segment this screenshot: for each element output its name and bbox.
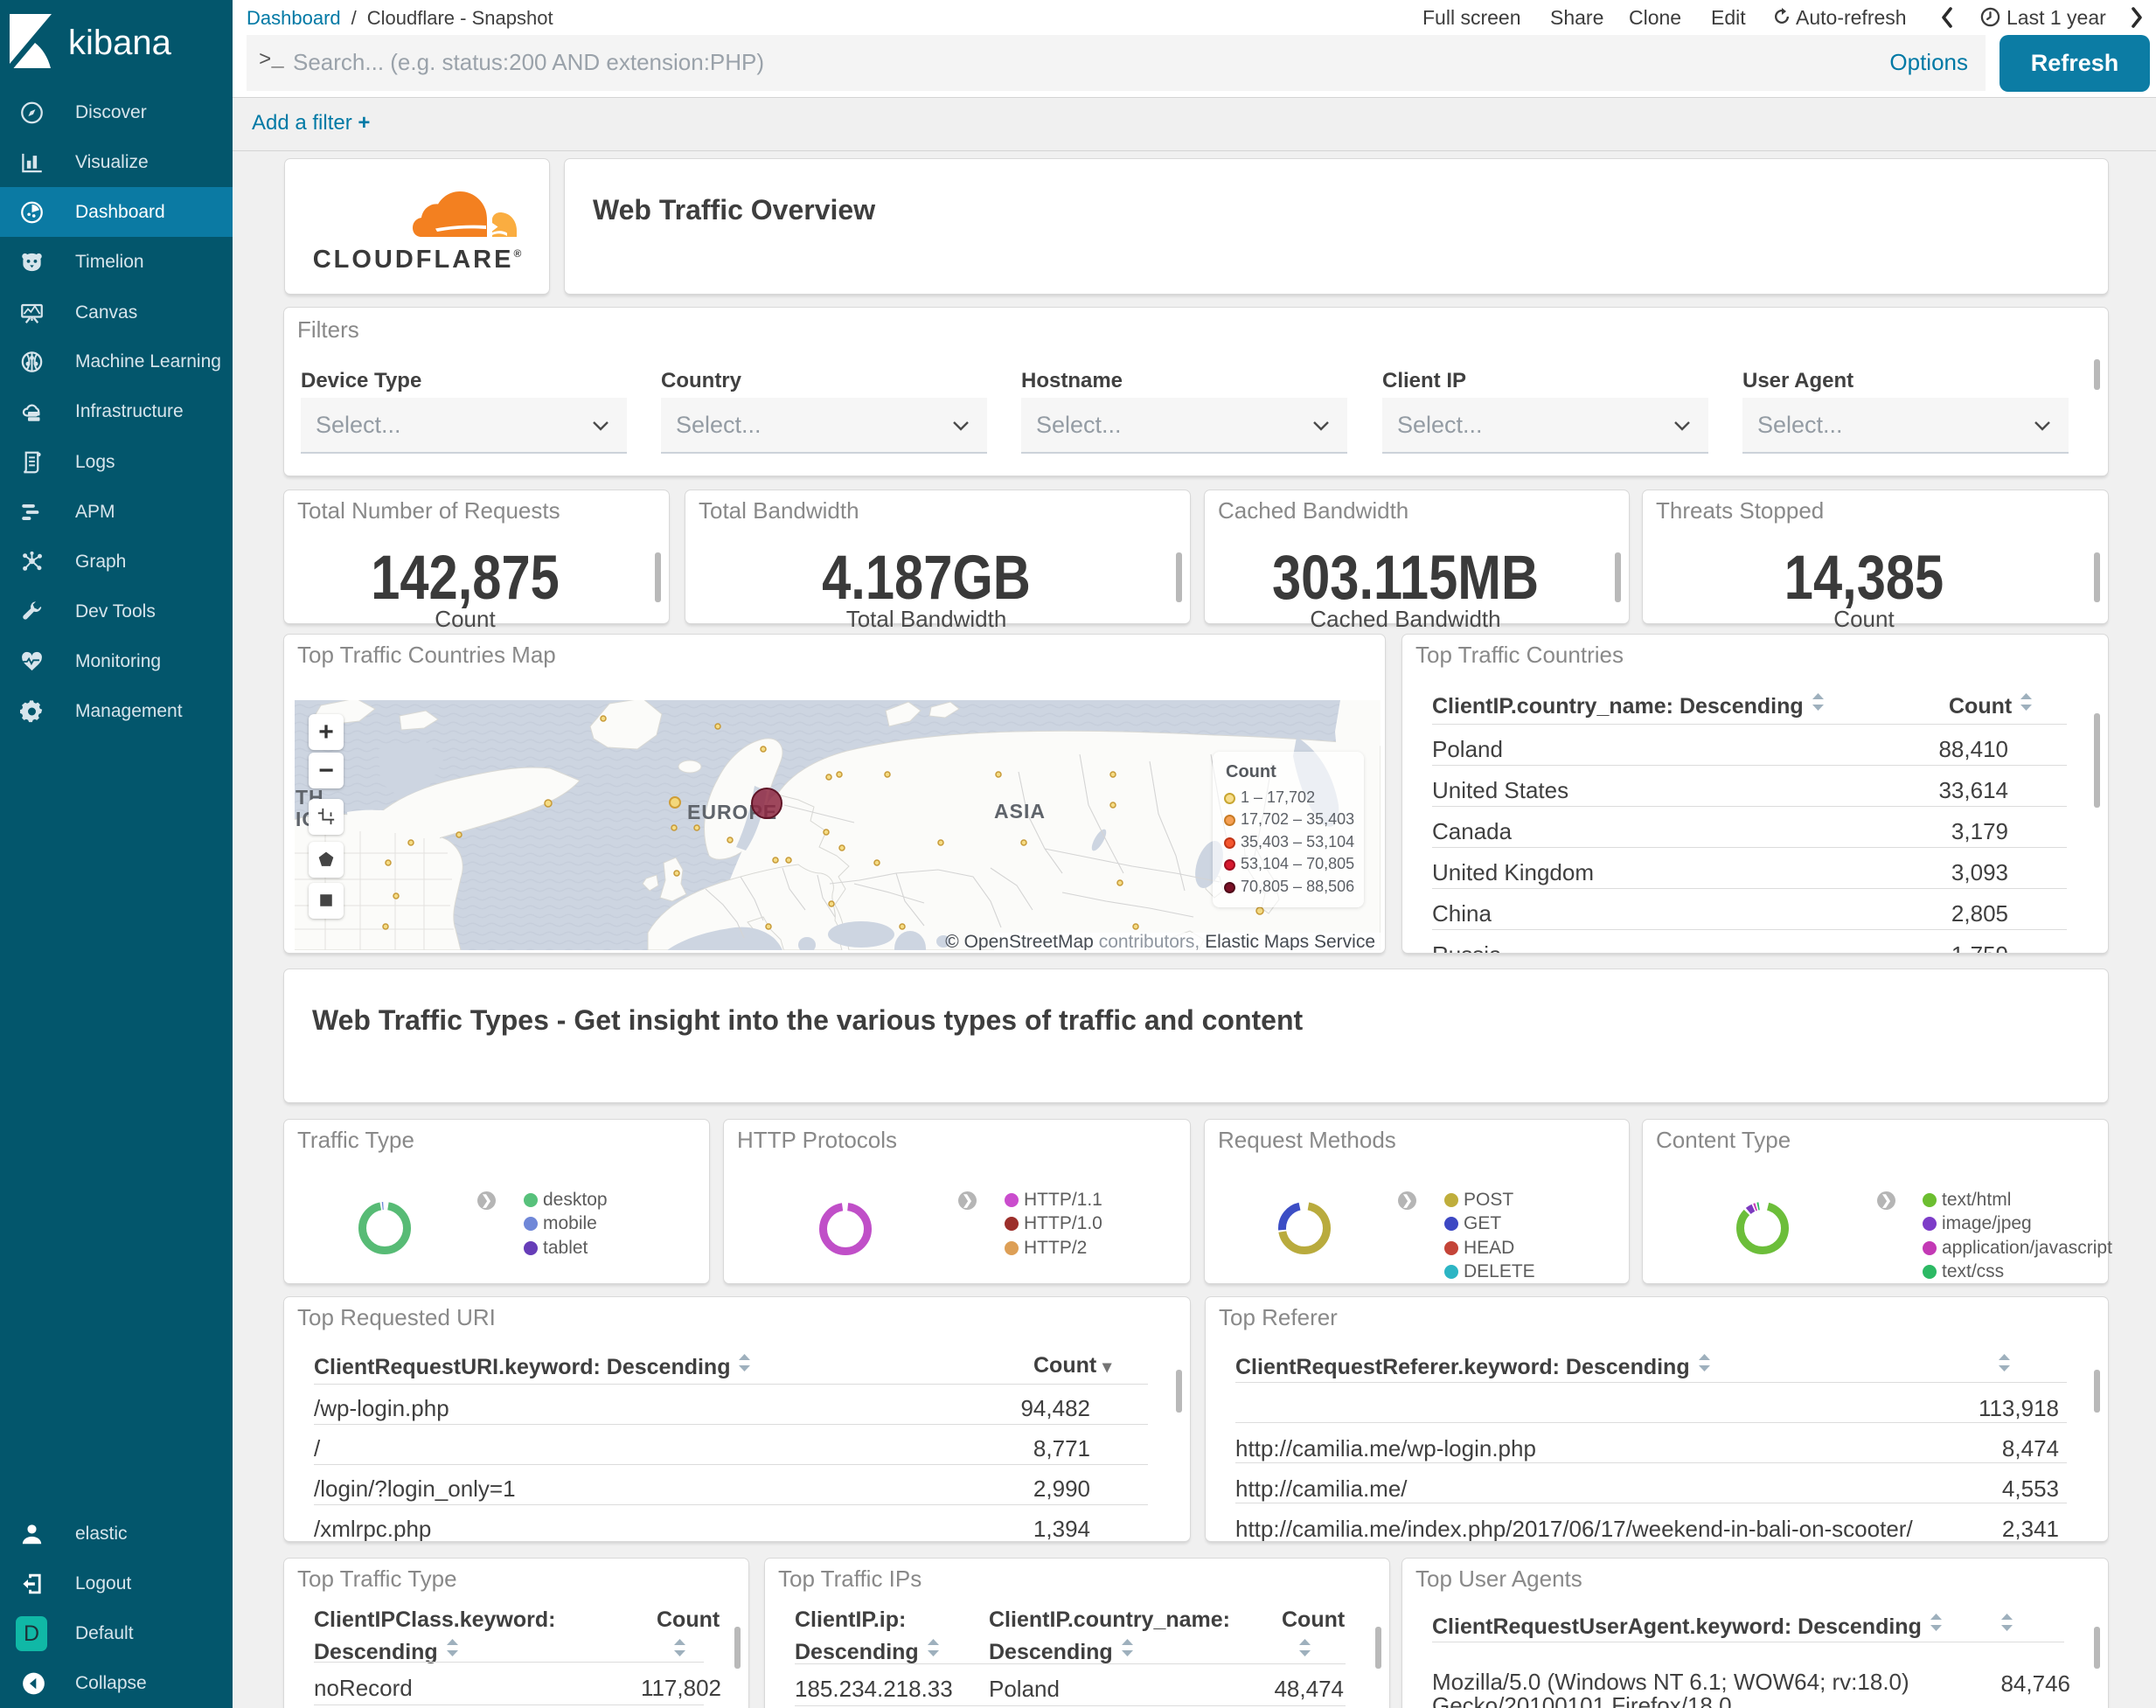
svg-text:ASIA: ASIA — [994, 800, 1046, 823]
svg-text:© OpenStreetMap contributors,: © OpenStreetMap contributors, Elastic Ma… — [945, 932, 1375, 950]
